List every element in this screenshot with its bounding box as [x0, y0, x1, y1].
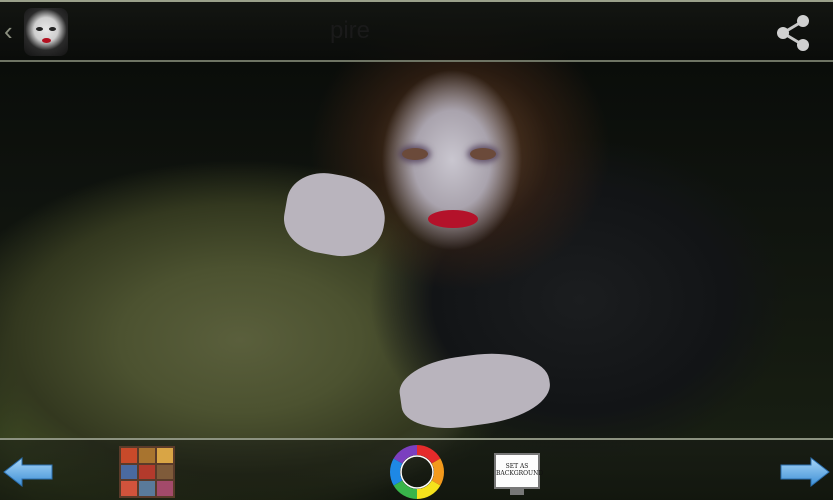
thumb-2 — [139, 448, 155, 463]
bottom-toolbar: SET AS BACKGROUND — [0, 438, 833, 500]
title-fragment: pire — [330, 17, 371, 44]
arrow-right-icon[interactable] — [779, 457, 831, 487]
wallpaper-image — [0, 0, 833, 500]
set-background-label: SET AS BACKGROUND — [496, 463, 544, 477]
share-icon[interactable] — [773, 14, 813, 52]
hand-lower — [395, 344, 555, 436]
eye-right — [470, 148, 496, 160]
thumb-7 — [121, 481, 137, 496]
color-wheel-icon[interactable] — [389, 444, 445, 500]
top-action-bar: ‹ pire — [0, 0, 833, 62]
monitor-stand-icon — [510, 489, 524, 495]
app-icon-eye-right — [49, 27, 56, 31]
thumb-8 — [139, 481, 155, 496]
app-icon-mouth — [42, 38, 51, 43]
thumb-6 — [157, 464, 173, 480]
thumb-9 — [157, 481, 173, 496]
app-icon-eye-left — [36, 27, 43, 31]
thumb-4 — [121, 464, 137, 480]
chevron-left-icon[interactable]: ‹ — [4, 16, 13, 46]
thumb-3 — [157, 448, 173, 463]
eye-left — [402, 148, 428, 160]
vampire-face-icon[interactable] — [24, 8, 68, 56]
thumb-1 — [121, 448, 137, 463]
set-background-button[interactable]: SET AS BACKGROUND — [494, 453, 544, 495]
hand-upper — [278, 166, 392, 264]
gallery-grid-icon[interactable] — [119, 446, 175, 498]
arrow-left-icon[interactable] — [2, 457, 54, 487]
lips — [428, 210, 478, 228]
thumb-5 — [139, 464, 155, 480]
